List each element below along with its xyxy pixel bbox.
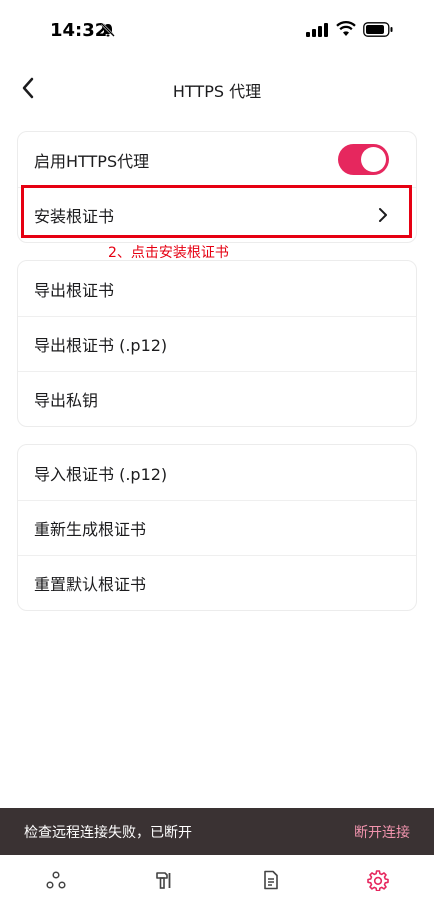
status-bar: 14:32 — [0, 0, 434, 60]
regenerate-root-cert-label: 重新生成根证书 — [34, 520, 147, 539]
tab-bar — [0, 855, 434, 902]
enable-https-proxy-row: 启用HTTPS代理 — [18, 132, 416, 187]
signal-icon — [306, 23, 328, 37]
enable-https-proxy-toggle[interactable] — [338, 144, 389, 175]
wifi-icon — [336, 21, 356, 36]
enable-https-proxy-label: 启用HTTPS代理 — [34, 151, 150, 171]
export-root-cert-p12-label: 导出根证书 (.p12) — [34, 336, 168, 355]
disconnect-button[interactable]: 断开连接 — [354, 822, 410, 842]
status-time: 14:32 — [50, 20, 108, 41]
settings-gear-icon[interactable] — [367, 869, 389, 891]
regenerate-root-cert-row[interactable]: 重新生成根证书 — [18, 500, 416, 555]
tools-icon[interactable] — [153, 869, 175, 891]
annotation-text: 2、点击安装根证书 — [108, 245, 229, 261]
import-root-cert-p12-label: 导入根证书 (.p12) — [34, 464, 168, 484]
toggle-knob — [361, 147, 386, 172]
document-icon[interactable] — [260, 869, 282, 891]
import-group: 导入根证书 (.p12) 重新生成根证书 重置默认根证书 — [17, 444, 417, 611]
toast-message: 检查远程连接失败，已断开 — [24, 824, 192, 841]
nodes-icon[interactable] — [45, 869, 67, 891]
toast-snackbar: 检查远程连接失败，已断开 断开连接 — [0, 808, 434, 855]
battery-icon — [363, 22, 393, 37]
export-root-cert-row[interactable]: 导出根证书 — [18, 261, 416, 316]
export-root-cert-label: 导出根证书 — [34, 280, 115, 300]
bell-slash-icon — [101, 23, 115, 37]
import-root-cert-p12-row[interactable]: 导入根证书 (.p12) — [18, 445, 416, 500]
reset-default-root-cert-row[interactable]: 重置默认根证书 — [18, 555, 416, 610]
export-private-key-label: 导出私钥 — [34, 391, 99, 410]
export-root-cert-p12-row[interactable]: 导出根证书 (.p12) — [18, 316, 416, 371]
nav-bar: HTTPS 代理 — [0, 64, 434, 112]
page-title: HTTPS 代理 — [172, 82, 262, 101]
export-private-key-row[interactable]: 导出私钥 — [18, 371, 416, 426]
reset-default-root-cert-label: 重置默认根证书 — [34, 575, 147, 594]
export-group: 导出根证书 导出根证书 (.p12) 导出私钥 — [17, 260, 417, 427]
highlight-box — [21, 185, 412, 238]
